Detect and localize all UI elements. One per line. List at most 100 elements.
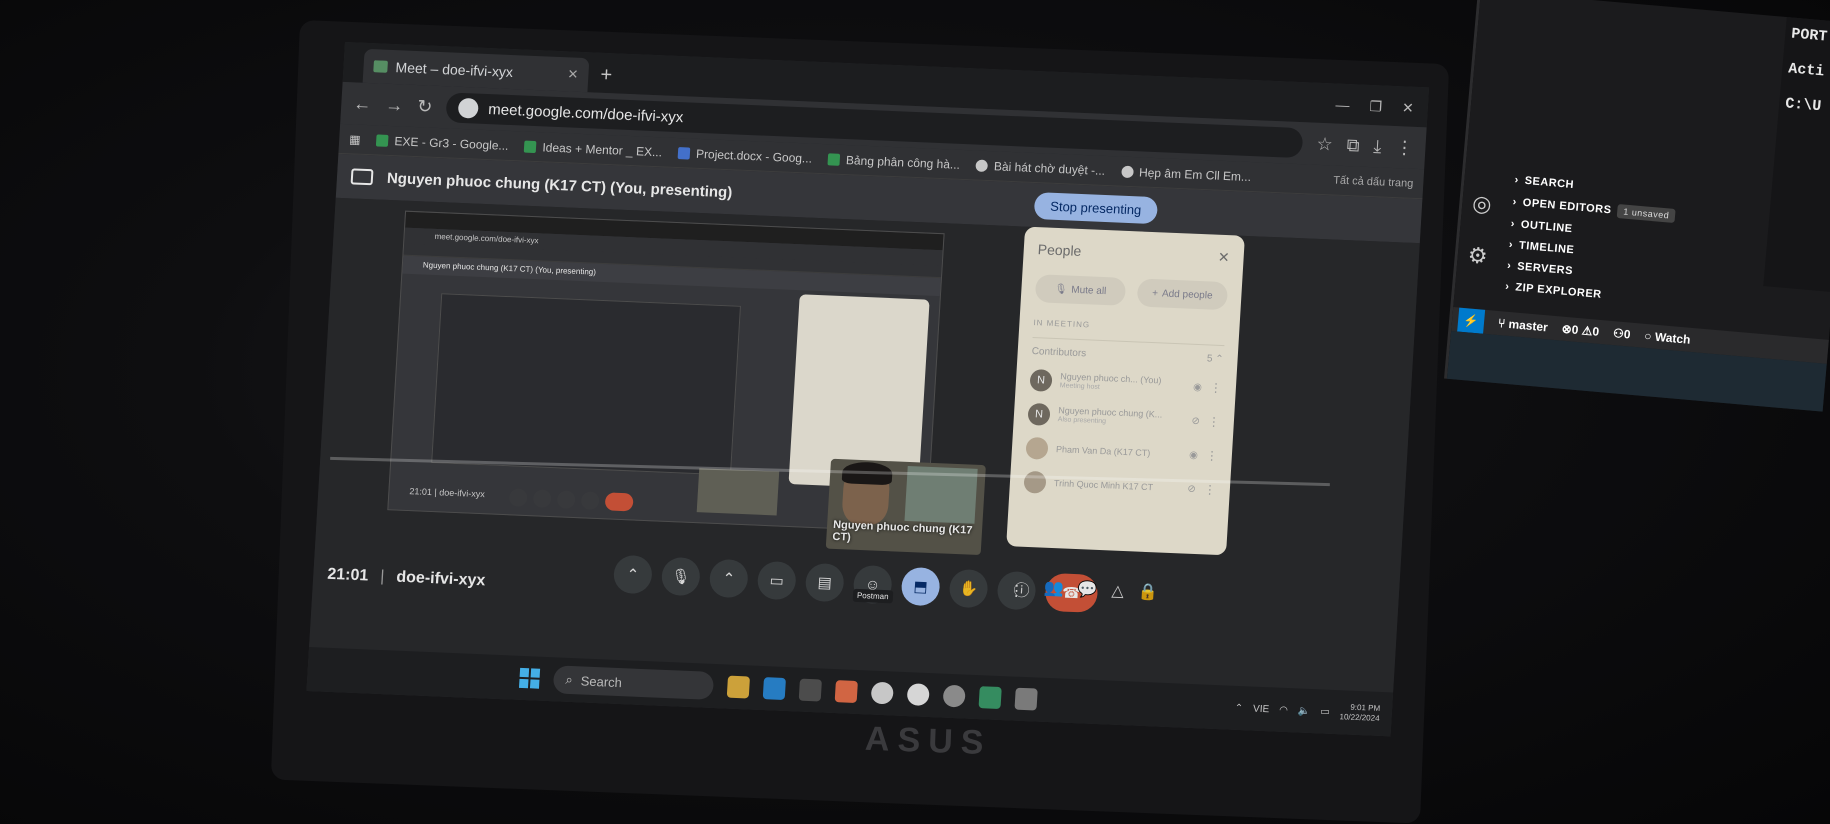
bookmark-label: Bảng phân công hà... [845,152,961,172]
tab-close-icon[interactable]: ✕ [567,66,579,82]
battery-icon[interactable]: ▭ [1320,706,1330,717]
chrome-icon[interactable] [870,681,894,705]
new-tab-button[interactable]: + [600,64,613,87]
taskbar-search[interactable]: ⌕ Search [552,665,715,700]
more-options-icon[interactable]: ⋮ [1207,414,1220,428]
participant-row[interactable]: Pham Van Da (K17 CT) ◉ ⋮ [1025,436,1218,467]
chevron-right-icon: › [1512,195,1518,209]
people-panel-title: People [1037,241,1082,260]
audio-level-icon: ◉ [1188,449,1199,461]
menu-icon[interactable]: ⋮ [1395,137,1414,159]
bookmark-item[interactable]: Bài hát chờ duyệt -... [975,158,1106,177]
language-indicator[interactable]: VIE [1253,703,1270,715]
chevron-right-icon: › [1504,280,1510,293]
bookmark-item[interactable]: Bảng phân công hà... [827,152,961,172]
bookmark-star-icon[interactable]: ☆ [1316,133,1333,155]
app-icon[interactable] [942,684,966,708]
more-options-icon[interactable]: ⋮ [1205,448,1218,462]
forward-icon[interactable]: → [385,94,404,116]
app-icon[interactable] [906,683,930,707]
self-video-name: Nguyen phuoc chung (K17 CT) [832,518,973,544]
ports-indicator[interactable]: ⚇0 [1612,326,1631,341]
bookmark-label: Hẹp âm Em Cll Em... [1138,164,1252,184]
sheets-icon [827,152,841,166]
close-panel-icon[interactable]: ✕ [1217,249,1230,266]
vscode-window: PORT Acti C:\U ◎ ⚙ › SEARCH › OPEN EDITORS… [1446,0,1830,412]
contributors-count: 5 [1206,353,1213,365]
add-people-button[interactable]: + Add people [1136,278,1229,311]
explorer-section[interactable]: › ZIP EXPLORER [1505,281,1669,307]
watch-icon: ○ [1643,328,1653,344]
activities-icon[interactable]: △ [1111,581,1125,605]
audio-options-chevron-icon[interactable]: ⌃ [612,554,653,595]
chat-icon[interactable]: 💬 [1077,579,1098,604]
people-icon[interactable]: 👥 [1043,578,1064,603]
watch-button[interactable]: ○ Watch [1644,329,1691,347]
chevron-up-icon: ⌃ [1214,353,1224,366]
system-tray: ⌃ VIE ◠ 🔈 ▭ 9:01 PM 10/22/2024 [1234,698,1380,723]
extensions-icon[interactable]: ⧉ [1346,135,1360,157]
wifi-icon[interactable]: ◠ [1279,704,1288,715]
present-screen-button[interactable]: ⬒ [900,566,941,607]
file-explorer-icon[interactable] [726,675,751,699]
account-icon[interactable]: ◎ [1471,190,1493,218]
bookmark-label: Project.docx - Goog... [695,146,813,166]
meeting-code: doe-ifvi-xyx [395,568,486,590]
site-info-icon[interactable] [457,97,479,119]
sheets-icon [524,140,537,153]
all-bookmarks-button[interactable]: Tất cả dấu trang [1333,174,1414,189]
clock[interactable]: 9:01 PM 10/22/2024 [1339,703,1380,724]
bookmark-item[interactable]: Hẹp âm Em Cll Em... [1120,164,1252,184]
chevron-right-icon: › [1510,217,1516,231]
host-controls-icon[interactable]: 🔒 [1137,582,1158,607]
mute-all-button[interactable]: 🎙 Mute all [1034,274,1127,306]
contributors-section[interactable]: Contributors 5 ⌃ [1031,337,1225,366]
sheets-icon [376,133,389,147]
raise-hand-icon[interactable]: ✋ [948,568,989,609]
info-icon[interactable]: ⓘ [1013,576,1030,601]
emoji-reaction-icon[interactable]: ☺ Postman [852,564,893,605]
avatar: N [1027,402,1051,426]
settings-gear-icon[interactable]: ⚙ [1467,242,1489,270]
app-icon[interactable] [1014,687,1038,711]
postman-icon[interactable] [834,680,858,704]
chevron-right-icon: › [1508,238,1514,252]
volume-icon[interactable]: 🔈 [1298,705,1311,717]
app-icon[interactable] [978,686,1002,710]
more-options-icon[interactable]: ⋮ [1209,381,1222,395]
reload-icon[interactable]: ↻ [417,96,433,118]
apps-grid-icon[interactable]: ▦ [349,132,361,146]
close-window-icon[interactable]: ✕ [1402,99,1415,116]
explorer-section[interactable]: › OPEN EDITORS 1 unsaved [1512,195,1676,224]
bookmark-item[interactable]: EXE - Gr3 - Google... [376,133,509,152]
bookmark-item[interactable]: Ideas + Mentor _ EX... [524,139,663,159]
terminal-icon[interactable] [798,678,822,702]
restore-icon[interactable]: ❐ [1369,98,1383,115]
search-icon: ⌕ [565,671,574,688]
more-options-icon[interactable]: ⋮ [1203,482,1216,496]
video-options-chevron-icon[interactable]: ⌃ [708,558,749,599]
nested-self-video [696,468,780,516]
bookmark-item[interactable]: Project.docx - Goog... [677,146,813,166]
camera-icon[interactable]: ▭ [756,560,797,601]
problems-indicator[interactable]: ⊗0 ⚠0 [1561,322,1600,339]
vscode-icon[interactable] [762,677,786,700]
windows-start-icon[interactable] [518,667,541,689]
in-meeting-heading: IN MEETING [1033,318,1091,330]
download-icon[interactable]: ⤓ [1373,136,1382,157]
participant-row[interactable]: N Nguyen phuoc ch... (You) Meeting host ◉… [1029,369,1222,399]
docs-icon [677,146,691,160]
present-screen-icon [350,168,374,186]
mic-off-icon: ⊘ [1191,415,1201,427]
participant-row[interactable]: N Nguyen phuoc chung (K... Also presentin… [1027,402,1220,433]
microphone-icon[interactable]: 🎙 [660,556,701,597]
chevron-up-icon[interactable]: ⌃ [1234,702,1243,713]
presenting-title: Nguyen phuoc chung (K17 CT) (You, presen… [386,169,733,201]
branch-indicator[interactable]: ⑂ master [1497,316,1548,334]
nested-inner-screen [431,293,741,476]
minimize-icon[interactable]: — [1335,97,1350,115]
back-icon[interactable]: ← [353,93,372,115]
remote-icon[interactable]: ⚡ [1457,307,1486,334]
captions-icon[interactable]: ▤ [804,562,845,603]
stop-presenting-button[interactable]: Stop presenting [1033,191,1159,224]
